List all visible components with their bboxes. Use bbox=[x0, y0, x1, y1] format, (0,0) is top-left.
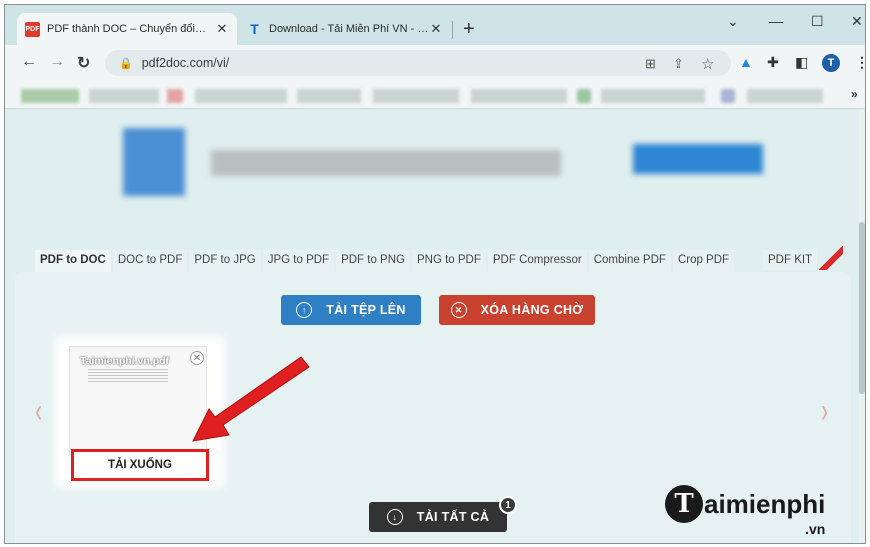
more-bookmarks-button[interactable]: » bbox=[851, 87, 858, 101]
reload-button[interactable]: ↻ bbox=[77, 53, 90, 73]
bookmark-star-icon[interactable]: ☆ bbox=[701, 55, 714, 73]
browser-toolbar: ← → ↻ 🔒 pdf2doc.com/vi/ ⊞ ⇪ ☆ ▲ ✚ ◧ T ⋮ bbox=[5, 45, 865, 81]
bookmarks-bar: » bbox=[5, 81, 865, 109]
tab-strip: PDF PDF thành DOC – Chuyển đổi trực tuyế… bbox=[5, 5, 865, 45]
upload-label: TẢI TỆP LÊN bbox=[326, 303, 406, 317]
clear-x-icon: ✕ bbox=[450, 302, 467, 318]
translate-icon[interactable]: ⊞ bbox=[645, 56, 656, 72]
drive-extension-icon[interactable]: ▲ bbox=[739, 54, 753, 70]
url-text: pdf2doc.com/vi/ bbox=[141, 56, 230, 70]
bookmark-item[interactable] bbox=[471, 89, 567, 103]
profile-avatar[interactable]: T bbox=[822, 54, 840, 72]
back-button[interactable]: ← bbox=[21, 53, 37, 71]
extensions-puzzle-icon[interactable]: ✚ bbox=[767, 54, 779, 71]
tab-taimienphi[interactable]: T Download - Tải Miễn Phí VN - Phần mềm … bbox=[239, 13, 451, 45]
arrow-up-icon: ↑ bbox=[296, 302, 313, 318]
tab-jpg-to-pdf[interactable]: JPG to PDF bbox=[262, 250, 335, 272]
tab-title: Download - Tải Miễn Phí VN - Phần mềm bbox=[269, 23, 429, 35]
upload-files-button[interactable]: ↑ TẢI TỆP LÊN bbox=[281, 295, 421, 325]
tab-doc-to-pdf[interactable]: DOC to PDF bbox=[112, 250, 188, 272]
tab-pdf-to-jpg[interactable]: PDF to JPG bbox=[189, 250, 261, 272]
bookmark-item[interactable] bbox=[577, 89, 591, 103]
bookmark-item[interactable] bbox=[373, 89, 459, 103]
lock-icon: 🔒 bbox=[119, 57, 133, 70]
converter-tabs: PDF to DOC DOC to PDF PDF to JPG JPG to … bbox=[35, 250, 736, 272]
maximize-button[interactable]: ☐ bbox=[811, 13, 824, 30]
prev-arrow-icon[interactable]: ‹ bbox=[35, 392, 42, 431]
bookmark-item[interactable] bbox=[21, 89, 79, 103]
share-icon[interactable]: ⇪ bbox=[673, 56, 684, 72]
tab-combine-pdf[interactable]: Combine PDF bbox=[588, 250, 671, 272]
file-name: Taimienphi.vn.pdf bbox=[80, 355, 170, 367]
menu-icon[interactable]: ⋮ bbox=[855, 54, 865, 71]
taimienphi-watermark: T aimienphi .vn bbox=[665, 485, 826, 537]
minimize-button[interactable]: — bbox=[769, 13, 783, 29]
tab-png-to-pdf[interactable]: PNG to PDF bbox=[411, 250, 486, 272]
new-tab-button[interactable]: + bbox=[463, 19, 475, 39]
browser-window: PDF PDF thành DOC – Chuyển đổi trực tuyế… bbox=[4, 4, 866, 544]
tab-crop-pdf[interactable]: Crop PDF bbox=[672, 250, 735, 272]
tab-pdf-compressor[interactable]: PDF Compressor bbox=[487, 250, 587, 272]
tab-separator bbox=[452, 21, 453, 39]
new-ribbon-icon bbox=[819, 246, 843, 270]
bookmark-item[interactable] bbox=[297, 89, 361, 103]
watermark-suffix: .vn bbox=[805, 521, 826, 537]
bookmark-item[interactable] bbox=[167, 89, 183, 103]
site-header-blurred bbox=[211, 150, 561, 176]
tab-pdf-to-png[interactable]: PDF to PNG bbox=[336, 250, 410, 272]
address-bar[interactable]: 🔒 pdf2doc.com/vi/ bbox=[105, 50, 731, 76]
side-panel-icon[interactable]: ◧ bbox=[795, 54, 808, 71]
tab-title: PDF thành DOC – Chuyển đổi trực tuyến bbox=[47, 23, 207, 35]
arrow-down-icon: ↓ bbox=[386, 509, 403, 525]
close-tab-icon[interactable]: ✕ bbox=[215, 21, 229, 37]
close-tab-icon[interactable]: ✕ bbox=[429, 21, 443, 37]
close-window-button[interactable]: ✕ bbox=[851, 13, 863, 30]
document-thumbnail bbox=[88, 369, 168, 383]
red-pointer-arrow-icon bbox=[192, 356, 310, 442]
bookmark-item[interactable] bbox=[721, 89, 735, 103]
clear-queue-button[interactable]: ✕ XÓA HÀNG CHỜ bbox=[439, 295, 595, 325]
next-arrow-icon[interactable]: › bbox=[821, 392, 828, 431]
t-favicon-icon: T bbox=[250, 21, 259, 37]
clear-label: XÓA HÀNG CHỜ bbox=[480, 303, 584, 317]
bookmark-item[interactable] bbox=[601, 89, 705, 103]
bookmark-item[interactable] bbox=[89, 89, 159, 103]
file-count-badge: 1 bbox=[499, 496, 517, 514]
forward-button[interactable]: → bbox=[49, 53, 65, 71]
site-logo-blurred bbox=[123, 128, 185, 196]
scrollbar-thumb[interactable] bbox=[859, 222, 865, 394]
header-banner-blurred bbox=[633, 144, 763, 174]
bookmark-item[interactable] bbox=[747, 89, 823, 103]
page-content: PDF to DOC DOC to PDF PDF to JPG JPG to … bbox=[5, 110, 865, 543]
watermark-text: aimienphi bbox=[704, 489, 826, 519]
bookmark-item[interactable] bbox=[195, 89, 287, 103]
download-all-label: TẢI TẤT CẢ bbox=[416, 510, 490, 524]
tab-search-button[interactable]: ⌄ bbox=[727, 13, 739, 30]
watermark-logo-icon: T bbox=[665, 485, 703, 523]
download-all-button[interactable]: ↓ TẢI TẤT CẢ bbox=[369, 502, 507, 532]
tab-pdf-to-doc[interactable]: PDF to DOC bbox=[35, 250, 111, 272]
tab-pdf2doc[interactable]: PDF PDF thành DOC – Chuyển đổi trực tuyế… bbox=[17, 13, 237, 45]
pdf-favicon-icon: PDF bbox=[25, 21, 40, 37]
tab-pdf-kit[interactable]: PDF KIT bbox=[763, 250, 818, 270]
